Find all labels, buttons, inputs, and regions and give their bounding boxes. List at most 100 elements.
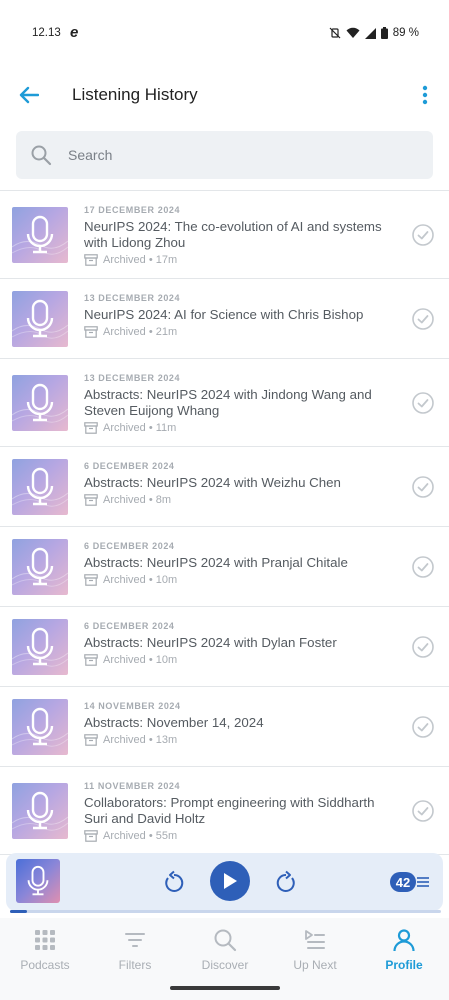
episode-artwork[interactable] xyxy=(12,619,68,675)
episode-text: 17 DECEMBER 2024 NeurIPS 2024: The co-evo… xyxy=(84,205,394,266)
archive-icon xyxy=(84,254,98,266)
play-button[interactable] xyxy=(210,861,250,901)
played-check-icon[interactable] xyxy=(412,224,434,246)
episode-date: 11 NOVEMBER 2024 xyxy=(84,781,181,791)
episode-title: NeurIPS 2024: AI for Science with Chris … xyxy=(84,307,364,322)
episode-meta: Archived • 55m xyxy=(84,830,394,842)
playback-progress-bar[interactable] xyxy=(10,910,441,913)
queue-lines-icon xyxy=(417,877,429,887)
episode-artwork[interactable] xyxy=(12,207,68,263)
nav-label-profile: Profile xyxy=(385,958,423,972)
archive-icon xyxy=(84,830,98,842)
page-title: Listening History xyxy=(72,85,198,104)
app-notification-icon: e xyxy=(70,24,79,41)
filter-icon xyxy=(125,933,145,947)
played-check-icon[interactable] xyxy=(412,476,434,498)
app-bar: Listening History xyxy=(0,66,449,124)
back-button[interactable] xyxy=(14,80,44,110)
up-next-queue-button[interactable]: 42 xyxy=(390,871,430,893)
episode-meta: Archived • 21m xyxy=(84,326,394,338)
episode-title: Abstracts: NeurIPS 2024 with Weizhu Chen xyxy=(84,475,341,490)
nav-up-next[interactable]: Up Next xyxy=(270,928,360,972)
played-check-icon[interactable] xyxy=(412,392,434,414)
microphone-icon xyxy=(27,865,49,896)
microphone-icon xyxy=(12,627,68,667)
played-check-icon[interactable] xyxy=(412,800,434,822)
episode-title: Collaborators: Prompt engineering with S… xyxy=(84,795,375,826)
status-bar: 12.13 e 89 % xyxy=(0,0,449,66)
episode-artwork[interactable] xyxy=(12,699,68,755)
played-check-icon[interactable] xyxy=(412,556,434,578)
search-input[interactable] xyxy=(68,147,388,163)
episode-row[interactable]: 11 NOVEMBER 2024 Collaborators: Prompt en… xyxy=(0,767,449,855)
archive-icon xyxy=(84,574,98,586)
nav-discover[interactable]: Discover xyxy=(180,928,270,972)
microphone-icon xyxy=(12,467,68,507)
played-check-icon[interactable] xyxy=(412,636,434,658)
episode-artwork[interactable] xyxy=(12,291,68,347)
played-check-icon[interactable] xyxy=(412,308,434,330)
microphone-icon xyxy=(12,299,68,339)
episode-status-duration: Archived • 8m xyxy=(103,494,172,506)
episode-meta: Archived • 13m xyxy=(84,734,394,746)
episode-row[interactable]: 13 DECEMBER 2024 NeurIPS 2024: AI for Sci… xyxy=(0,279,449,359)
skip-forward-icon[interactable] xyxy=(274,870,298,894)
episode-row[interactable]: 14 NOVEMBER 2024 Abstracts: November 14, … xyxy=(0,687,449,767)
episode-status-duration: Archived • 11m xyxy=(103,422,177,434)
archive-icon xyxy=(84,654,98,666)
episode-artwork[interactable] xyxy=(12,539,68,595)
nav-podcasts[interactable]: Podcasts xyxy=(0,928,90,972)
episode-title: NeurIPS 2024: The co-evolution of AI and… xyxy=(84,219,382,250)
microphone-icon xyxy=(12,791,68,831)
episode-status-duration: Archived • 13m xyxy=(103,734,178,746)
episode-text: 13 DECEMBER 2024 NeurIPS 2024: AI for Sci… xyxy=(84,293,394,338)
nav-profile[interactable]: Profile xyxy=(359,928,449,972)
episode-text: 6 DECEMBER 2024 Abstracts: NeurIPS 2024 w… xyxy=(84,461,394,506)
played-check-icon[interactable] xyxy=(412,716,434,738)
nav-label-discover: Discover xyxy=(201,958,249,972)
episode-title: Abstracts: NeurIPS 2024 with Pranjal Chi… xyxy=(84,555,348,570)
episode-text: 11 NOVEMBER 2024 Collaborators: Prompt en… xyxy=(84,781,394,842)
episode-meta: Archived • 17m xyxy=(84,254,394,266)
episode-date: 13 DECEMBER 2024 xyxy=(84,293,181,303)
microphone-icon xyxy=(12,383,68,423)
playback-progress-fill xyxy=(10,910,28,913)
episode-artwork[interactable] xyxy=(12,375,68,431)
episode-title: Abstracts: NeurIPS 2024 with Dylan Foste… xyxy=(84,635,337,650)
nav-filters[interactable]: Filters xyxy=(90,928,180,972)
skip-back-icon[interactable] xyxy=(162,870,186,894)
search-bar[interactable] xyxy=(16,131,433,179)
episode-artwork[interactable] xyxy=(12,459,68,515)
episode-row[interactable]: 6 DECEMBER 2024 Abstracts: NeurIPS 2024 w… xyxy=(0,527,449,607)
episode-artwork[interactable] xyxy=(12,783,68,839)
archive-icon xyxy=(84,494,98,506)
queue-icon xyxy=(305,930,325,949)
episode-meta: Archived • 8m xyxy=(84,494,394,506)
queue-count-badge: 42 xyxy=(390,872,416,892)
archive-icon xyxy=(84,422,98,434)
episode-list: 17 DECEMBER 2024 NeurIPS 2024: The co-evo… xyxy=(0,190,449,855)
episode-row[interactable]: 17 DECEMBER 2024 NeurIPS 2024: The co-evo… xyxy=(0,191,449,279)
episode-date: 14 NOVEMBER 2024 xyxy=(84,701,181,711)
episode-row[interactable]: 6 DECEMBER 2024 Abstracts: NeurIPS 2024 w… xyxy=(0,447,449,527)
episode-status-duration: Archived • 10m xyxy=(103,654,178,666)
search-icon xyxy=(214,929,237,952)
microphone-icon xyxy=(12,215,68,255)
episode-row[interactable]: 13 DECEMBER 2024 Abstracts: NeurIPS 2024 … xyxy=(0,359,449,447)
gesture-navigation-bar[interactable] xyxy=(170,986,280,990)
mini-player[interactable]: 42 xyxy=(6,853,443,911)
episode-date: 6 DECEMBER 2024 xyxy=(84,621,175,631)
vibrate-off-icon xyxy=(329,27,341,39)
battery-percent: 89 % xyxy=(392,27,419,39)
episode-text: 6 DECEMBER 2024 Abstracts: NeurIPS 2024 w… xyxy=(84,621,394,666)
more-options-button[interactable] xyxy=(413,80,437,110)
now-playing-artwork[interactable] xyxy=(16,859,60,903)
episode-date: 6 DECEMBER 2024 xyxy=(84,541,175,551)
search-icon xyxy=(31,145,52,166)
episode-status-duration: Archived • 17m xyxy=(103,254,178,266)
episode-text: 6 DECEMBER 2024 Abstracts: NeurIPS 2024 w… xyxy=(84,541,394,586)
episode-row[interactable]: 6 DECEMBER 2024 Abstracts: NeurIPS 2024 w… xyxy=(0,607,449,687)
archive-icon xyxy=(84,326,98,338)
episode-meta: Archived • 11m xyxy=(84,422,394,434)
status-indicators: 89 % xyxy=(329,27,419,39)
